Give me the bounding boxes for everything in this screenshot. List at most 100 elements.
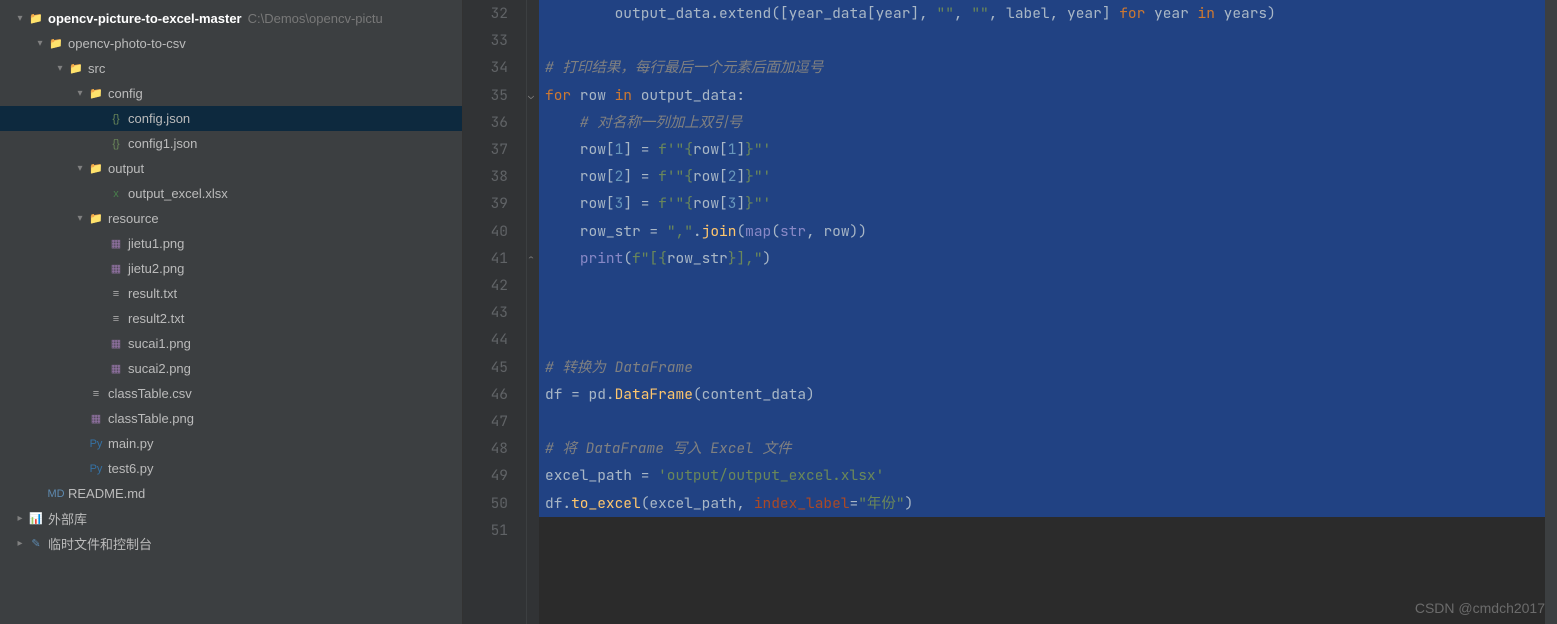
code-line[interactable]: for row in output_data:: [539, 82, 1545, 109]
image-icon: ▦: [108, 336, 124, 352]
chevron-down-icon[interactable]: ▾: [72, 211, 88, 227]
code-line[interactable]: [539, 299, 1545, 326]
watermark: CSDN @cmdch2017: [1415, 600, 1545, 616]
line-number: 36: [463, 109, 508, 136]
line-number: 33: [463, 27, 508, 54]
tree-label: main.py: [108, 436, 154, 451]
line-number: 47: [463, 408, 508, 435]
tree-label: result.txt: [128, 286, 177, 301]
editor-scrollbar[interactable]: [1545, 0, 1557, 624]
line-number: 49: [463, 462, 508, 489]
line-number: 41: [463, 245, 508, 272]
tree-path: C:\Demos\opencv-pictu: [248, 11, 383, 26]
fold-start-icon[interactable]: ⌄: [528, 82, 534, 109]
folder-module-icon: 📁: [28, 11, 44, 27]
chevron-right-icon[interactable]: ▸: [12, 536, 28, 552]
folder-icon: 📁: [68, 61, 84, 77]
tree-item-opencv-photo-to-csv[interactable]: ▾📁 opencv-photo-to-csv: [0, 31, 462, 56]
chevron-right-icon[interactable]: ▸: [12, 511, 28, 527]
image-icon: ▦: [108, 236, 124, 252]
tree-label: opencv-picture-to-excel-master: [48, 11, 242, 26]
code-editor[interactable]: 3233343536373839404142434445464748495051…: [463, 0, 1557, 624]
chevron-down-icon[interactable]: ▾: [52, 61, 68, 77]
line-number: 40: [463, 218, 508, 245]
tree-item-classtable-png[interactable]: ▶▦classTable.png: [0, 406, 462, 431]
csv-icon: ≡: [88, 386, 104, 402]
tree-label: opencv-photo-to-csv: [68, 36, 186, 51]
tree-item-jietu1-png[interactable]: ▶▦jietu1.png: [0, 231, 462, 256]
tree-item--[interactable]: ▸📊外部库: [0, 506, 462, 531]
tree-item-sucai1-png[interactable]: ▶▦sucai1.png: [0, 331, 462, 356]
tree-label: jietu2.png: [128, 261, 184, 276]
tree-item-config-json[interactable]: ▶{}config.json: [0, 106, 462, 131]
tree-item-test6-py[interactable]: ▶Pytest6.py: [0, 456, 462, 481]
code-line[interactable]: [539, 408, 1545, 435]
image-icon: ▦: [108, 361, 124, 377]
fold-end-icon[interactable]: ⌃: [528, 245, 534, 272]
code-area[interactable]: output_data.extend([year_data[year], "",…: [539, 0, 1545, 624]
tree-label: classTable.png: [108, 411, 194, 426]
tree-label: resource: [108, 211, 159, 226]
code-line[interactable]: # 打印结果，每行最后一个元素后面加逗号: [539, 54, 1545, 81]
tree-item-output[interactable]: ▾📁 output: [0, 156, 462, 181]
tree-item-src[interactable]: ▾📁 src: [0, 56, 462, 81]
code-line[interactable]: [539, 517, 1545, 544]
line-number: 32: [463, 0, 508, 27]
tree-item-opencv-picture-to-excel-master[interactable]: ▾📁 opencv-picture-to-excel-master C:\Demos…: [0, 6, 462, 31]
code-line[interactable]: excel_path = 'output/output_excel.xlsx': [539, 462, 1545, 489]
code-line[interactable]: [539, 326, 1545, 353]
tree-item-config1-json[interactable]: ▶{}config1.json: [0, 131, 462, 156]
tree-label: sucai2.png: [128, 361, 191, 376]
tree-item-sucai2-png[interactable]: ▶▦sucai2.png: [0, 356, 462, 381]
code-line[interactable]: row_str = ",".join(map(str, row)): [539, 218, 1545, 245]
line-number: 44: [463, 326, 508, 353]
tree-label: classTable.csv: [108, 386, 192, 401]
tree-item-jietu2-png[interactable]: ▶▦jietu2.png: [0, 256, 462, 281]
chevron-down-icon[interactable]: ▾: [72, 86, 88, 102]
tree-label: src: [88, 61, 105, 76]
tree-item--[interactable]: ▸✎临时文件和控制台: [0, 531, 462, 556]
tree-item-main-py[interactable]: ▶Pymain.py: [0, 431, 462, 456]
project-tree[interactable]: ▾📁opencv-picture-to-excel-masterC:\Demos…: [0, 0, 463, 624]
tree-label: output_excel.xlsx: [128, 186, 228, 201]
code-line[interactable]: row[3] = f'"{row[3]}"': [539, 190, 1545, 217]
chevron-down-icon[interactable]: ▾: [72, 161, 88, 177]
code-line[interactable]: output_data.extend([year_data[year], "",…: [539, 0, 1545, 27]
chevron-down-icon[interactable]: ▾: [32, 36, 48, 52]
folder-icon: 📁: [88, 161, 104, 177]
tree-label: config1.json: [128, 136, 197, 151]
tree-item-result2-txt[interactable]: ▶≡result2.txt: [0, 306, 462, 331]
tree-item-config[interactable]: ▾📁config: [0, 81, 462, 106]
tree-item-resource[interactable]: ▾📁resource: [0, 206, 462, 231]
txt-icon: ≡: [108, 311, 124, 327]
code-line[interactable]: df = pd.DataFrame(content_data): [539, 381, 1545, 408]
tree-item-classtable-csv[interactable]: ▶≡classTable.csv: [0, 381, 462, 406]
folder-icon: 📁: [88, 86, 104, 102]
tree-label: jietu1.png: [128, 236, 184, 251]
image-icon: ▦: [88, 411, 104, 427]
code-line[interactable]: # 转换为 DataFrame: [539, 354, 1545, 381]
tree-item-output-excel-xlsx[interactable]: ▶xoutput_excel.xlsx: [0, 181, 462, 206]
txt-icon: ≡: [108, 286, 124, 302]
tree-item-readme-md[interactable]: ▶MDREADME.md: [0, 481, 462, 506]
code-line[interactable]: [539, 272, 1545, 299]
fold-gutter[interactable]: ⌄⌃: [527, 0, 539, 624]
code-line[interactable]: row[2] = f'"{row[2]}"': [539, 163, 1545, 190]
code-line[interactable]: # 对名称一列加上双引号: [539, 109, 1545, 136]
tree-item-result-txt[interactable]: ▶≡result.txt: [0, 281, 462, 306]
code-line[interactable]: df.to_excel(excel_path, index_label="年份"…: [539, 490, 1545, 517]
line-number: 43: [463, 299, 508, 326]
tree-label: result2.txt: [128, 311, 184, 326]
code-line[interactable]: [539, 27, 1545, 54]
code-line[interactable]: row[1] = f'"{row[1]}"': [539, 136, 1545, 163]
tree-label: README.md: [68, 486, 145, 501]
py-icon: Py: [88, 461, 104, 477]
code-line[interactable]: # 将 DataFrame 写入 Excel 文件: [539, 435, 1545, 462]
code-line[interactable]: print(f"[{row_str}],"): [539, 245, 1545, 272]
chevron-down-icon[interactable]: ▾: [12, 11, 28, 27]
line-number: 46: [463, 381, 508, 408]
xlsx-icon: x: [108, 186, 124, 202]
folder-icon: 📁: [48, 36, 64, 52]
tree-label: output: [108, 161, 144, 176]
line-number: 48: [463, 435, 508, 462]
